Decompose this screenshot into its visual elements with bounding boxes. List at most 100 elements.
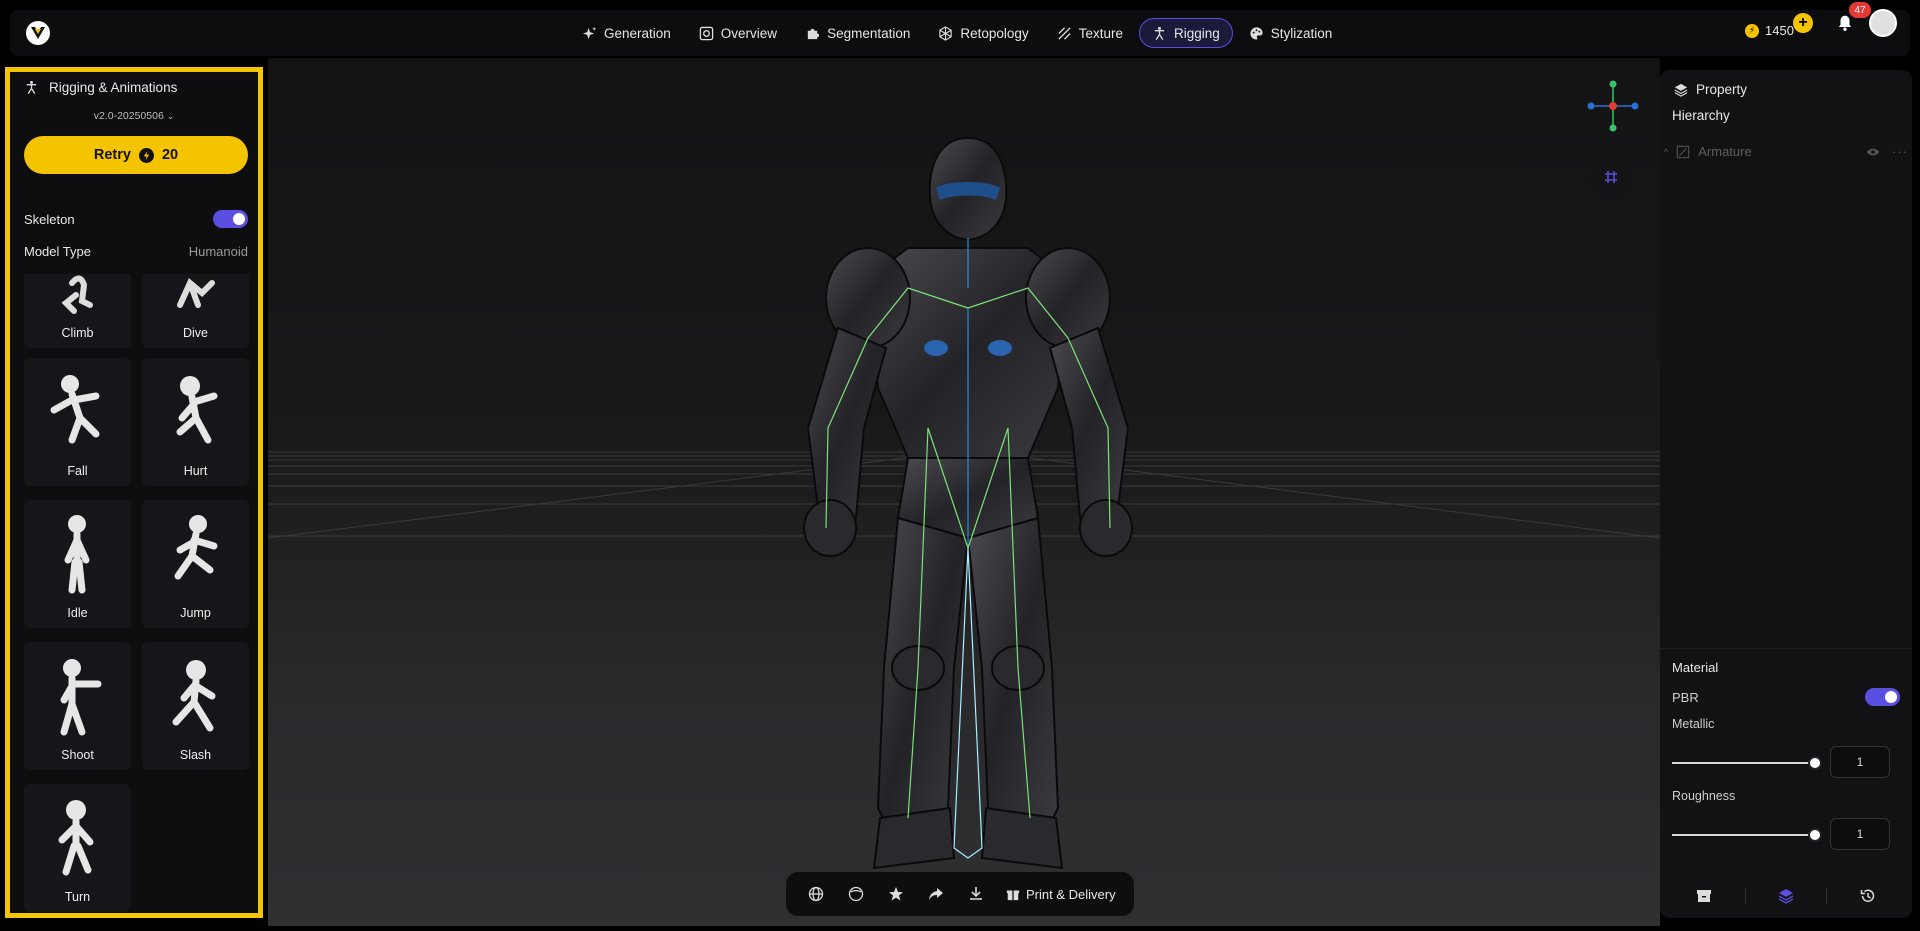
- archive-icon[interactable]: [1696, 888, 1712, 904]
- jump-figure-icon: [174, 515, 218, 580]
- 3d-viewport[interactable]: [268, 58, 1660, 926]
- gift-icon: [1006, 890, 1020, 901]
- rigging-icon: [26, 80, 37, 94]
- nav-rigging[interactable]: Rigging: [1138, 18, 1233, 48]
- add-credits-button[interactable]: +: [1793, 13, 1813, 33]
- armature-label: Armature: [1698, 144, 1752, 159]
- avatar[interactable]: [1869, 9, 1897, 37]
- print-delivery-button[interactable]: Print & Delivery: [1000, 887, 1122, 902]
- nav-segmentation[interactable]: Segmentation: [793, 18, 922, 48]
- grid-hash-icon: [1605, 171, 1617, 183]
- puzzle-icon: [807, 28, 820, 39]
- animation-card-dive[interactable]: Dive: [142, 274, 249, 348]
- panel-title: Property: [1696, 82, 1748, 97]
- divider: [1744, 888, 1746, 904]
- animation-card-slash[interactable]: Slash: [142, 642, 249, 770]
- roughness-value-input[interactable]: 1: [1830, 818, 1890, 850]
- animation-label: Jump: [180, 606, 211, 620]
- panel-title: Rigging & Animations: [49, 80, 178, 95]
- main-nav: Generation Overview Segmentation Retopol…: [570, 18, 1344, 48]
- skeleton-label: Skeleton: [24, 211, 75, 227]
- nav-generation[interactable]: Generation: [570, 18, 683, 48]
- metallic-slider[interactable]: [1672, 756, 1822, 770]
- nav-label: Texture: [1078, 25, 1123, 41]
- coin-icon: ⚡: [1745, 23, 1759, 38]
- nav-label: Rigging: [1173, 25, 1220, 41]
- history-icon[interactable]: [1860, 888, 1876, 904]
- animation-label: Shoot: [61, 748, 94, 762]
- share-button[interactable]: [920, 878, 952, 910]
- app-logo[interactable]: [26, 21, 50, 45]
- rigging-icon: [1154, 26, 1165, 40]
- armature-icon: [1677, 145, 1690, 158]
- skeleton-toggle[interactable]: [213, 210, 248, 228]
- animation-card-turn[interactable]: Turn: [24, 784, 131, 912]
- bell-icon[interactable]: [1836, 14, 1854, 32]
- print-delivery-label: Print & Delivery: [1026, 886, 1116, 902]
- favorite-button[interactable]: [880, 878, 912, 910]
- character-model[interactable]: [768, 128, 1168, 908]
- nav-overview[interactable]: Overview: [687, 18, 789, 48]
- roughness-slider[interactable]: [1672, 828, 1822, 842]
- turn-figure-icon: [58, 800, 94, 876]
- nav-label: Segmentation: [827, 25, 911, 41]
- rigging-panel: Rigging & Animations v2.0-20250506 ⌄ Ret…: [5, 67, 263, 918]
- credits-display[interactable]: ⚡ 1450: [1745, 23, 1794, 38]
- credits-value: 1450: [1765, 23, 1794, 38]
- eye-icon[interactable]: [1866, 147, 1880, 157]
- metallic-label: Metallic: [1672, 717, 1715, 731]
- animation-grid: Climb Dive Fall Hurt Idle Jump Shoot Sla…: [24, 274, 250, 913]
- animation-label: Idle: [67, 606, 88, 620]
- model-type-value[interactable]: Humanoid: [189, 244, 248, 259]
- animation-card-fall[interactable]: Fall: [24, 358, 131, 486]
- nav-label: Overview: [720, 25, 778, 41]
- chevron-up-icon: ^: [1664, 146, 1669, 157]
- view-options-button[interactable]: [1590, 156, 1632, 198]
- globe-icon: [808, 886, 824, 902]
- divider: [1660, 648, 1912, 649]
- pbr-toggle[interactable]: [1865, 688, 1900, 706]
- animation-card-climb[interactable]: Climb: [24, 274, 131, 348]
- nav-label: Retopology: [960, 25, 1029, 41]
- axis-gizmo[interactable]: [1585, 78, 1641, 134]
- sphere-button[interactable]: [840, 878, 872, 910]
- animation-card-hurt[interactable]: Hurt: [142, 358, 249, 486]
- layers-icon[interactable]: [1778, 888, 1794, 904]
- animation-label: Fall: [67, 464, 88, 478]
- model-type-label: Model Type: [24, 244, 91, 259]
- star-icon: [889, 887, 903, 901]
- animation-card-idle[interactable]: Idle: [24, 500, 131, 628]
- animation-card-jump[interactable]: Jump: [142, 500, 249, 628]
- panel-footer: [1660, 876, 1912, 916]
- metallic-value-input[interactable]: 1: [1830, 746, 1890, 778]
- animation-card-shoot[interactable]: Shoot: [24, 642, 131, 770]
- sphere-icon: [848, 886, 864, 902]
- hierarchy-heading: Hierarchy: [1672, 108, 1730, 123]
- hierarchy-item-armature[interactable]: ^ Armature ···: [1664, 144, 1908, 159]
- material-heading: Material: [1672, 660, 1719, 675]
- download-button[interactable]: [960, 878, 992, 910]
- nav-texture[interactable]: Texture: [1045, 18, 1135, 48]
- more-icon[interactable]: ···: [1892, 144, 1908, 159]
- panel-header: Property: [1674, 82, 1747, 97]
- skeleton-row: Skeleton: [24, 210, 248, 228]
- animation-label: Slash: [179, 748, 212, 762]
- mesh-icon: [939, 25, 953, 41]
- chevron-down-icon: ⌄: [166, 111, 175, 121]
- nav-stylization[interactable]: Stylization: [1237, 18, 1345, 48]
- slider-handle[interactable]: [1808, 756, 1822, 770]
- download-icon: [970, 887, 982, 900]
- panel-header: Rigging & Animations: [24, 80, 177, 95]
- animation-label: Hurt: [183, 464, 208, 478]
- pbr-row: PBR: [1672, 688, 1900, 706]
- viewport-toolbar: Print & Delivery: [786, 872, 1134, 916]
- sparkle-icon: [582, 26, 597, 39]
- version-select[interactable]: v2.0-20250506 ⌄: [10, 110, 258, 122]
- slider-handle[interactable]: [1808, 828, 1822, 842]
- climb-figure-icon: [61, 275, 93, 314]
- nav-retopology[interactable]: Retopology: [926, 18, 1040, 48]
- retry-button[interactable]: Retry 20: [24, 136, 248, 174]
- model-type-row: Model Type Humanoid: [24, 244, 248, 259]
- animation-label: Dive: [182, 326, 208, 340]
- globe-button[interactable]: [800, 878, 832, 910]
